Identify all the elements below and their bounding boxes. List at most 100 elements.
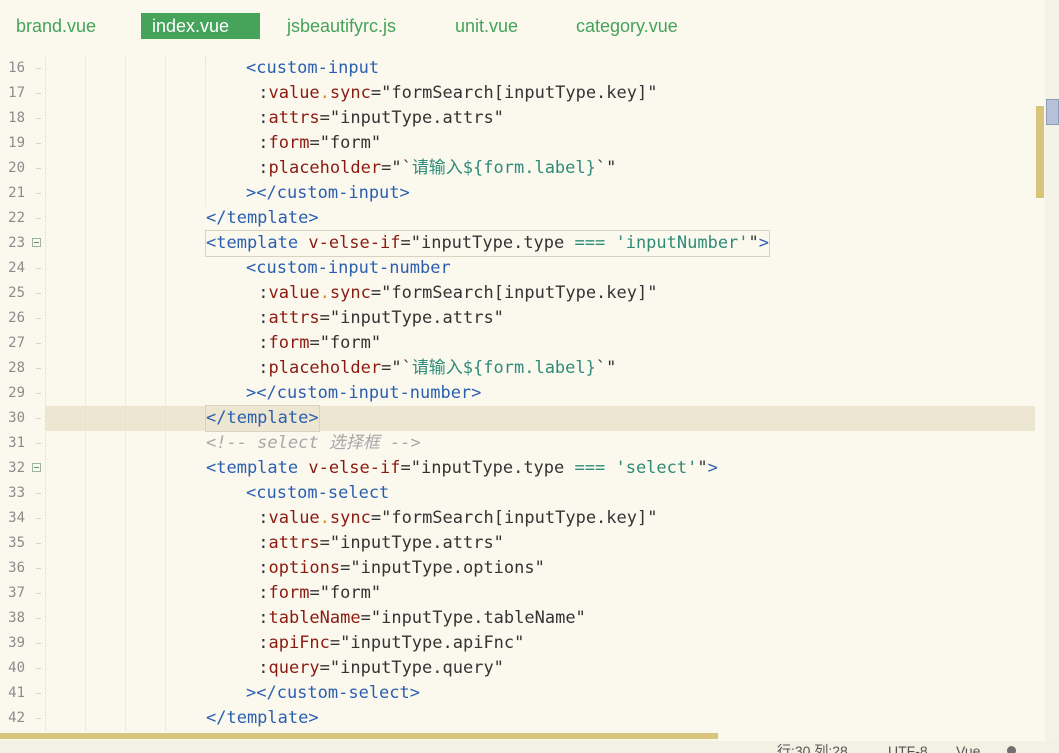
code-token: v-else-if [308,233,401,253]
code-token: form [268,133,310,153]
fold-guide-tick [36,268,41,269]
fold-guide-tick [36,68,41,69]
code-text: :attrs="inputType.attrs" [248,306,504,331]
code-token: ></custom-input> [246,183,410,203]
code-line[interactable]: 34 :value.sync="formSearch[inputType.key… [0,506,1045,531]
code-token: : [248,133,269,153]
code-line[interactable]: 32 <template v-else-if="inputType.type ==… [0,456,1045,481]
code-token: = [381,158,392,178]
code-token: "inputType.attrs" [329,108,504,128]
code-token: </template> [206,708,319,728]
line-number: 16 [8,60,25,76]
line-number: 30 [8,410,25,426]
fold-toggle-icon[interactable] [32,238,41,247]
code-token: = [370,283,382,303]
code-token: "formSearch[inputType.key]" [381,83,658,103]
code-token: : [248,583,269,603]
code-token: <template [206,233,309,253]
code-line[interactable]: 26 :attrs="inputType.attrs" [0,306,1045,331]
scroll-position-marker [1046,99,1059,125]
code-token: "form" [319,133,382,153]
code-token: 请输入${form.label} [411,158,596,178]
code-line[interactable]: 42 </template> [0,706,1045,731]
fold-guide-tick [36,293,41,294]
fold-toggle-icon[interactable] [32,463,41,472]
line-number: 42 [8,710,25,726]
code-text: :apiFnc="inputType.apiFnc" [248,631,524,656]
code-line[interactable]: 38 :tableName="inputType.tableName" [0,606,1045,631]
code-token: value [268,283,320,303]
code-text: :attrs="inputType.attrs" [248,106,504,131]
code-line[interactable]: 24 <custom-input-number [0,256,1045,281]
line-number: 32 [8,460,25,476]
line-number: 23 [8,235,25,251]
code-token: : [248,108,269,128]
code-token: <custom-input [246,58,380,78]
language-indicator[interactable]: Vue [956,741,980,753]
line-number: 25 [8,285,25,301]
code-token: = [360,608,371,628]
fold-guide-tick [36,668,41,669]
code-token: `" [595,358,617,378]
fold-guide-tick [36,593,41,594]
code-line[interactable]: 18 :attrs="inputType.attrs" [0,106,1045,131]
code-line[interactable]: 36 :options="inputType.options" [0,556,1045,581]
code-token: = [329,633,341,653]
fold-guide-tick [36,168,41,169]
code-line[interactable]: 23 <template v-else-if="inputType.type ==… [0,230,1045,257]
code-line[interactable]: 35 :attrs="inputType.attrs" [0,531,1045,556]
code-token: form [268,583,310,603]
code-text: :placeholder="`请输入${form.label}`" [248,356,616,381]
code-token: = [319,108,330,128]
code-line[interactable]: 41 ></custom-select> [0,681,1045,706]
code-line[interactable]: 30 </template> [0,405,1045,432]
code-line[interactable]: 31 <!-- select 选择框 --> [0,431,1045,456]
code-line[interactable]: 19 :form="form" [0,131,1045,156]
code-line[interactable]: 17 :value.sync="formSearch[inputType.key… [0,81,1045,106]
line-number: 26 [8,310,25,326]
code-token: " [748,233,759,253]
code-token: value [268,83,320,103]
fold-guide-tick [36,93,41,94]
code-token: "form" [319,333,382,353]
code-line[interactable]: 28 :placeholder="`请输入${form.label}`" [0,356,1045,381]
code-line[interactable]: 27 :form="form" [0,331,1045,356]
code-line[interactable]: 33 <custom-select [0,481,1045,506]
code-editor[interactable]: 16 <custom-input 17 :value.sync="formSearc… [0,56,1045,731]
code-token: : [248,658,269,678]
fold-guide-tick [36,718,41,719]
tab-jsbeautifyrc-js[interactable]: jsbeautifyrc.js [276,13,407,39]
code-line[interactable]: 22 </template> [0,206,1045,231]
encoding-indicator[interactable]: UTF-8 [888,741,928,753]
code-token: = [319,533,330,553]
code-line[interactable]: 16 <custom-input [0,56,1045,81]
tab-category-vue[interactable]: category.vue [565,13,689,39]
horizontal-scroll-thumb[interactable] [0,733,718,739]
code-token: " [697,458,708,478]
code-text: <template v-else-if="inputType.type === … [204,230,771,257]
vertical-scroll-thumb[interactable] [1036,106,1044,198]
code-line[interactable]: 25 :value.sync="formSearch[inputType.key… [0,281,1045,306]
fold-guide-tick [36,518,41,519]
code-text: </template> [205,405,320,432]
code-token: value [268,508,320,528]
tab-brand-vue[interactable]: brand.vue [5,13,107,39]
code-token: = [309,133,320,153]
tab-index-vue[interactable]: index.vue [141,13,260,39]
code-token: "inputType.tableName" [370,608,586,628]
code-line[interactable]: 40 :query="inputType.query" [0,656,1045,681]
code-token: 请输入${form.label} [411,358,596,378]
tab-unit-vue[interactable]: unit.vue [444,13,529,39]
code-line[interactable]: 21 ></custom-input> [0,181,1045,206]
code-text: ></custom-input> [246,181,410,206]
code-line[interactable]: 29 ></custom-input-number> [0,381,1045,406]
line-number: 40 [8,660,25,676]
code-line[interactable]: 20 :placeholder="`请输入${form.label}`" [0,156,1045,181]
line-number: 29 [8,385,25,401]
code-token: "` [391,358,412,378]
code-line[interactable]: 39 :apiFnc="inputType.apiFnc" [0,631,1045,656]
code-token: . [319,83,330,103]
code-token: = [309,583,320,603]
code-line[interactable]: 37 :form="form" [0,581,1045,606]
indent-guide [205,56,206,206]
